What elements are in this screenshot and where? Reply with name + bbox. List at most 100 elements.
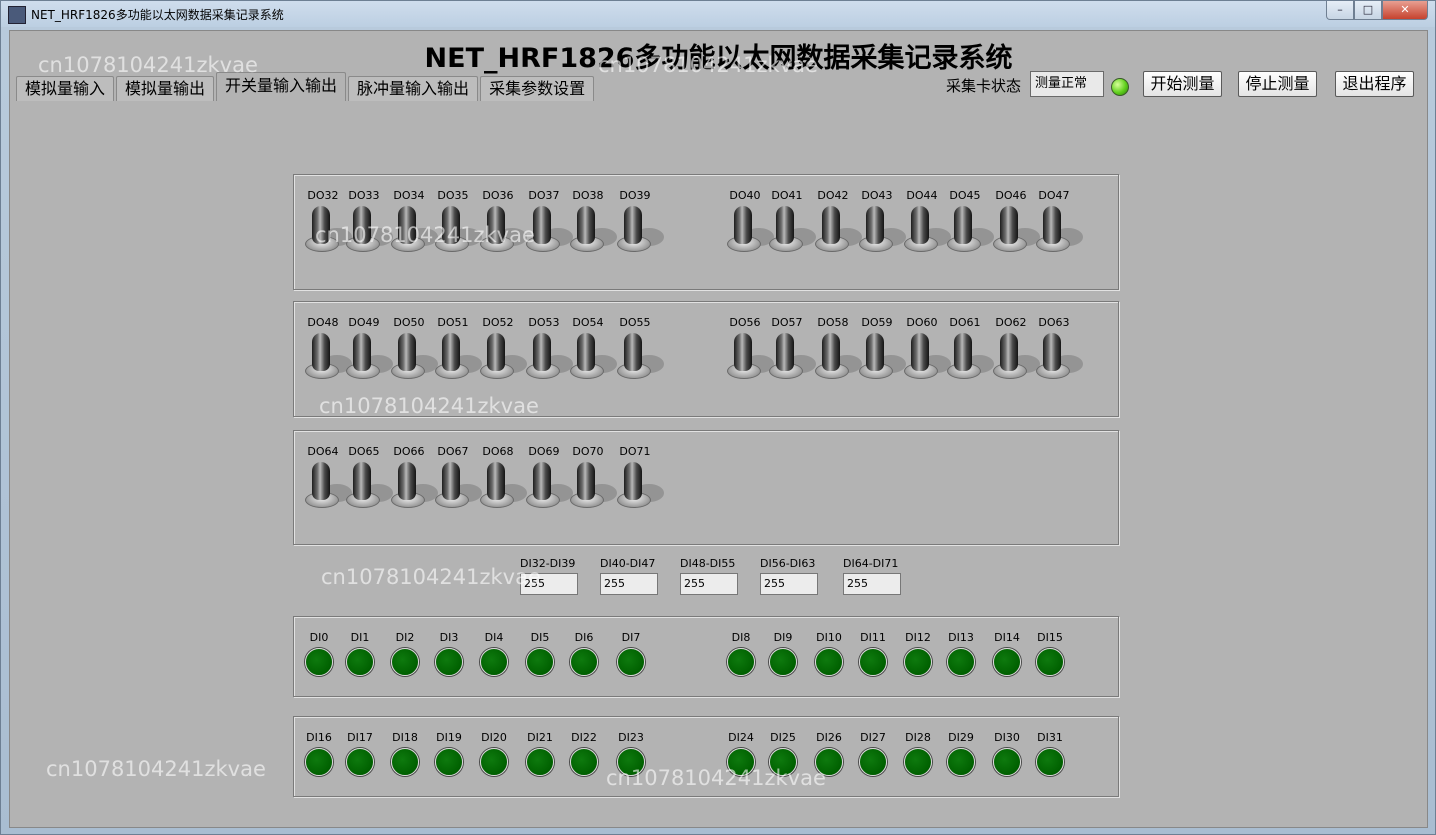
- toggle-switch-icon[interactable]: [854, 202, 906, 256]
- toggle-switch-icon[interactable]: [430, 458, 482, 512]
- do-switch[interactable]: DO37: [521, 189, 573, 256]
- toggle-switch-icon[interactable]: [386, 458, 438, 512]
- do-switch[interactable]: DO36: [475, 189, 527, 256]
- do-switch[interactable]: DO44: [899, 189, 951, 256]
- start-measure-button[interactable]: 开始测量: [1143, 71, 1222, 97]
- toggle-switch-icon[interactable]: [722, 329, 774, 383]
- title-bar[interactable]: NET_HRF1826多功能以太网数据采集记录系统 – □ ✕: [1, 1, 1435, 27]
- do-switch[interactable]: DO33: [341, 189, 393, 256]
- toggle-switch-icon[interactable]: [612, 329, 664, 383]
- do-switch[interactable]: DO45: [942, 189, 994, 256]
- maximize-button[interactable]: □: [1354, 1, 1382, 20]
- do-switch-label: DO71: [619, 445, 651, 458]
- do-switch[interactable]: DO39: [612, 189, 664, 256]
- toggle-switch-icon[interactable]: [565, 329, 617, 383]
- do-switch[interactable]: DO69: [521, 445, 573, 512]
- do-switch-label: DO46: [995, 189, 1027, 202]
- toggle-switch-icon[interactable]: [341, 202, 393, 256]
- do-switch[interactable]: DO34: [386, 189, 438, 256]
- di-indicator-label: DI17: [347, 731, 373, 744]
- toggle-switch-icon[interactable]: [899, 202, 951, 256]
- toggle-switch-icon[interactable]: [942, 329, 994, 383]
- do-switch[interactable]: DO54: [565, 316, 617, 383]
- close-button[interactable]: ✕: [1382, 1, 1428, 20]
- do-switch[interactable]: DO63: [1031, 316, 1083, 383]
- do-switch-label: DO70: [572, 445, 604, 458]
- do-switch-label: DO63: [1038, 316, 1070, 329]
- toggle-switch-icon[interactable]: [521, 329, 573, 383]
- tab-pulse-io[interactable]: 脉冲量输入输出: [348, 76, 479, 101]
- toggle-switch-icon[interactable]: [612, 458, 664, 512]
- toggle-switch-icon[interactable]: [764, 202, 816, 256]
- minimize-button[interactable]: –: [1326, 1, 1354, 20]
- do-switch[interactable]: DO40: [722, 189, 774, 256]
- toggle-switch-icon[interactable]: [475, 202, 527, 256]
- toggle-switch-icon[interactable]: [565, 202, 617, 256]
- toggle-switch-icon[interactable]: [1031, 202, 1083, 256]
- toggle-switch-icon[interactable]: [430, 202, 482, 256]
- toggle-switch-icon[interactable]: [810, 202, 862, 256]
- toggle-switch-icon[interactable]: [810, 329, 862, 383]
- do-switch[interactable]: DO67: [430, 445, 482, 512]
- toggle-switch-icon[interactable]: [899, 329, 951, 383]
- toggle-switch-icon[interactable]: [341, 329, 393, 383]
- do-switch[interactable]: DO35: [430, 189, 482, 256]
- di-indicator-label: DI2: [395, 631, 415, 644]
- do-switch[interactable]: DO64: [300, 445, 352, 512]
- tab-analog-output[interactable]: 模拟量输出: [116, 76, 215, 101]
- do-switch[interactable]: DO43: [854, 189, 906, 256]
- toggle-switch-icon[interactable]: [300, 202, 352, 256]
- toggle-switch-icon[interactable]: [942, 202, 994, 256]
- do-switch[interactable]: DO60: [899, 316, 951, 383]
- led-indicator-icon: [480, 748, 508, 776]
- toggle-switch-icon[interactable]: [988, 202, 1040, 256]
- do-switch[interactable]: DO51: [430, 316, 482, 383]
- do-switch[interactable]: DO49: [341, 316, 393, 383]
- toggle-switch-icon[interactable]: [988, 329, 1040, 383]
- do-switch[interactable]: DO38: [565, 189, 617, 256]
- toggle-switch-icon[interactable]: [300, 329, 352, 383]
- do-switch[interactable]: DO70: [565, 445, 617, 512]
- do-switch[interactable]: DO61: [942, 316, 994, 383]
- do-switch[interactable]: DO48: [300, 316, 352, 383]
- do-switch[interactable]: DO42: [810, 189, 862, 256]
- toggle-switch-icon[interactable]: [386, 202, 438, 256]
- toggle-switch-icon[interactable]: [386, 329, 438, 383]
- exit-program-button[interactable]: 退出程序: [1335, 71, 1414, 97]
- do-switch[interactable]: DO47: [1031, 189, 1083, 256]
- toggle-switch-icon[interactable]: [341, 458, 393, 512]
- stop-measure-button[interactable]: 停止测量: [1238, 71, 1317, 97]
- toggle-switch-icon[interactable]: [521, 458, 573, 512]
- tab-digital-io[interactable]: 开关量输入输出: [216, 72, 347, 101]
- toggle-switch-icon[interactable]: [300, 458, 352, 512]
- do-switch[interactable]: DO65: [341, 445, 393, 512]
- do-switch[interactable]: DO59: [854, 316, 906, 383]
- toggle-switch-icon[interactable]: [1031, 329, 1083, 383]
- toggle-switch-icon[interactable]: [430, 329, 482, 383]
- toggle-switch-icon[interactable]: [565, 458, 617, 512]
- toggle-switch-icon[interactable]: [722, 202, 774, 256]
- do-switch[interactable]: DO52: [475, 316, 527, 383]
- do-switch[interactable]: DO62: [988, 316, 1040, 383]
- do-switch[interactable]: DO46: [988, 189, 1040, 256]
- toggle-switch-icon[interactable]: [521, 202, 573, 256]
- toggle-switch-icon[interactable]: [764, 329, 816, 383]
- do-switch[interactable]: DO68: [475, 445, 527, 512]
- do-switch[interactable]: DO71: [612, 445, 664, 512]
- toggle-switch-icon[interactable]: [475, 329, 527, 383]
- do-switch-label: DO61: [949, 316, 981, 329]
- do-switch[interactable]: DO32: [300, 189, 352, 256]
- do-switch[interactable]: DO56: [722, 316, 774, 383]
- toggle-switch-icon[interactable]: [475, 458, 527, 512]
- tab-acquisition-settings[interactable]: 采集参数设置: [480, 76, 595, 101]
- do-switch[interactable]: DO57: [764, 316, 816, 383]
- do-switch[interactable]: DO66: [386, 445, 438, 512]
- do-switch[interactable]: DO53: [521, 316, 573, 383]
- toggle-switch-icon[interactable]: [612, 202, 664, 256]
- toggle-switch-icon[interactable]: [854, 329, 906, 383]
- do-switch[interactable]: DO41: [764, 189, 816, 256]
- tab-analog-input[interactable]: 模拟量输入: [16, 76, 115, 101]
- do-switch[interactable]: DO55: [612, 316, 664, 383]
- do-switch[interactable]: DO50: [386, 316, 438, 383]
- do-switch[interactable]: DO58: [810, 316, 862, 383]
